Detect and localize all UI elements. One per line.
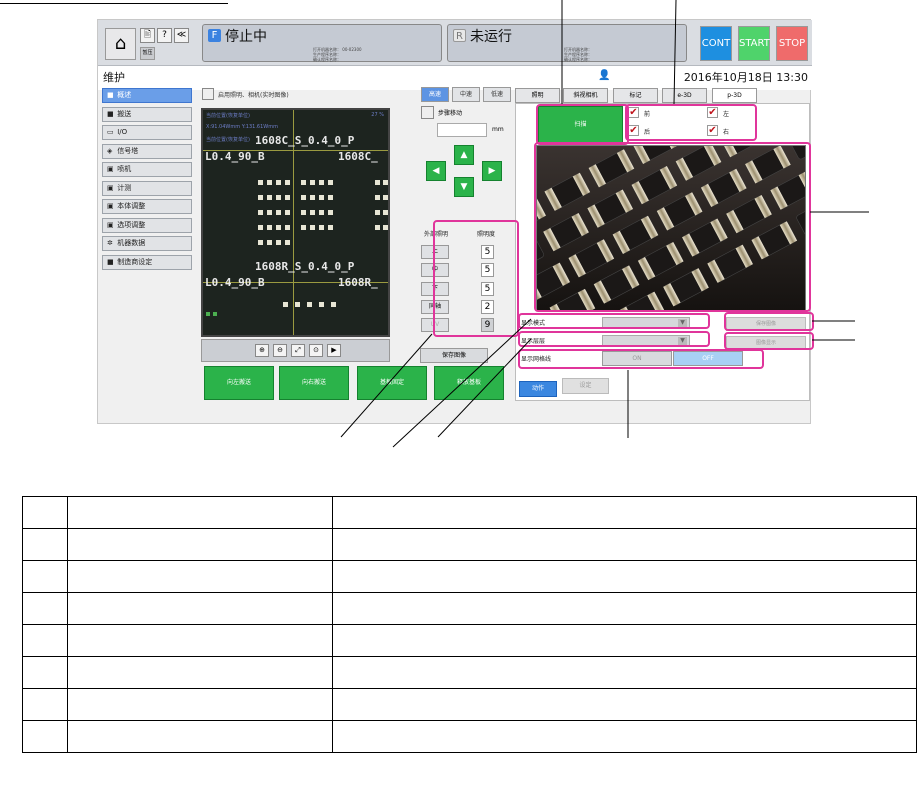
table-row: [22, 592, 917, 625]
status-rear: R 未运行 打开机器名称： 生产程序名称： 确认程序名称：: [447, 24, 687, 62]
home-icon: ⌂: [114, 33, 127, 54]
zoom-reset-icon[interactable]: ⊙: [309, 344, 323, 357]
highlight-grid: [518, 349, 764, 369]
action-button[interactable]: 动作: [519, 381, 557, 397]
legend-table: [22, 496, 917, 753]
sidebar-item-io[interactable]: ▭ I/O: [102, 125, 192, 140]
conveyor-icon: ■: [107, 109, 114, 118]
rear-status-meta: 打开机器名称： 生产程序名称： 确认程序名称：: [564, 47, 592, 62]
pad-pattern: [206, 180, 388, 316]
adjust-icon: ▣: [107, 202, 114, 210]
speed-high-tab[interactable]: 高速: [421, 87, 449, 102]
step-distance-input[interactable]: [437, 123, 487, 137]
sidebar-item-measure[interactable]: ▣ 计测: [102, 180, 192, 196]
move-down-button[interactable]: ▼: [454, 177, 474, 197]
page-title: 维护: [103, 71, 125, 84]
zoom-toolbar: ⊕ ⊖ ⤢ ⊙ ▶: [201, 339, 390, 362]
speed-mid-tab[interactable]: 中速: [452, 87, 480, 102]
live-camera-view[interactable]: 当前位置(恢复单位) 27 % X:91.04Wmm Y:131.61Wmm 当…: [201, 108, 390, 337]
move-up-button[interactable]: ▲: [454, 145, 474, 165]
highlight-display-layer: [518, 331, 710, 347]
step-move-checkbox[interactable]: [421, 106, 434, 119]
stop-button[interactable]: STOP: [776, 26, 808, 61]
snapshot-icon[interactable]: ▶: [327, 344, 341, 357]
highlight-display-mode: [518, 313, 710, 329]
help-button[interactable]: ?: [157, 28, 172, 43]
convey-right-button[interactable]: 向右搬送: [279, 366, 349, 400]
highlight-save-image: [724, 312, 814, 331]
table-row: [22, 656, 917, 689]
datetime: 2016年10月18日 13:30: [683, 71, 808, 84]
sidebar-item-machine[interactable]: ▣ 喷机: [102, 162, 192, 177]
sidebar-item-body-adjust[interactable]: ▣ 本体调整: [102, 199, 192, 214]
top-bar: ⌂ 🖹 ? ≪ 暂压 F 停止中 打开机器名称： 00-02300 生产程序名称…: [98, 20, 812, 66]
page: ⌂ 🖹 ? ≪ 暂压 F 停止中 打开机器名称： 00-02300 生产程序名称…: [0, 0, 919, 791]
table-row: [22, 720, 917, 753]
gear-icon: ✲: [107, 239, 113, 247]
rear-status-title: 未运行: [470, 29, 512, 45]
io-icon: ▭: [107, 128, 114, 136]
home-button[interactable]: ⌂: [105, 28, 136, 60]
measure-icon: ▣: [107, 183, 114, 192]
speed-low-tab[interactable]: 低速: [483, 87, 511, 102]
tab-oblique-camera[interactable]: 斜视相机: [563, 88, 608, 103]
save-image-button[interactable]: 保存图像: [420, 348, 488, 363]
cont-button[interactable]: CONT: [700, 26, 732, 61]
sidebar-item-conveyor[interactable]: ■ 搬送: [102, 106, 192, 122]
tab-e3d[interactable]: e-3D: [662, 88, 707, 103]
table-row: [22, 688, 917, 721]
tab-lighting[interactable]: 照明: [515, 88, 560, 103]
sidebar-item-overview[interactable]: ■ 概述: [102, 88, 192, 103]
move-right-button[interactable]: ▶: [482, 161, 502, 181]
overview-icon: ■: [107, 91, 114, 99]
fit-icon[interactable]: ⤢: [291, 344, 305, 357]
maintenance-window: ⌂ 🖹 ? ≪ 暂压 F 停止中 打开机器名称： 00-02300 生产程序名称…: [97, 19, 814, 424]
front-status-meta: 打开机器名称： 00-02300 生产程序名称： 确认程序名称：: [313, 47, 362, 62]
convey-left-button[interactable]: 向左搬送: [204, 366, 274, 400]
back-button[interactable]: ≪: [174, 28, 189, 43]
highlight-checks: [625, 104, 757, 141]
front-status-title: 停止中: [225, 29, 267, 45]
rear-lane-badge: R: [453, 29, 466, 42]
move-left-button[interactable]: ◀: [426, 161, 446, 181]
highlight-image: [534, 142, 811, 312]
table-row: [22, 528, 917, 561]
table-row: [22, 624, 917, 657]
tab-p3d[interactable]: p-3D: [712, 88, 757, 103]
sidebar-item-maker-settings[interactable]: ■ 制造商设定: [102, 254, 192, 270]
highlight-lighting: [433, 220, 519, 337]
highlight-scan: [536, 104, 629, 145]
release-board-button[interactable]: 释放基板: [434, 366, 504, 400]
front-lane-badge: F: [208, 29, 221, 42]
zoom-out-icon[interactable]: ⊖: [273, 344, 287, 357]
table-row: [22, 560, 917, 593]
tab-mark[interactable]: 标记: [613, 88, 658, 103]
sidebar-item-option-adjust[interactable]: ▣ 选项调整: [102, 217, 192, 233]
step-move-label: 步骤移动: [438, 110, 463, 117]
user-icon: 👤: [598, 70, 611, 81]
start-button[interactable]: START: [738, 26, 770, 61]
status-front: F 停止中 打开机器名称： 00-02300 生产程序名称： 确认程序名称：: [202, 24, 442, 62]
camera-enable-checkbox[interactable]: [202, 88, 214, 100]
top-rule: [0, 3, 228, 4]
sidebar-item-machine-data[interactable]: ✲ 机器数据: [102, 236, 192, 251]
table-row: [22, 496, 917, 529]
option-icon: ▣: [107, 220, 114, 229]
set-button[interactable]: 设定: [562, 378, 609, 394]
pause-button[interactable]: 暂压: [140, 47, 155, 60]
step-unit-label: mm: [492, 126, 504, 133]
highlight-image-display: [724, 332, 814, 350]
camera-enable-label: 启用照明、相机(实时图像): [218, 92, 289, 99]
signal-tower-icon: ◈: [107, 146, 113, 155]
sidebar: ■ 概述 ■ 搬送 ▭ I/O ◈ 信号塔 ▣ 喷机 ▣ 计测 ▣ 本体调整 ▣…: [102, 88, 192, 273]
maker-icon: ■: [107, 257, 114, 266]
fix-board-button[interactable]: 基板固定: [357, 366, 427, 400]
sidebar-item-signal-tower[interactable]: ◈ 信号塔: [102, 143, 192, 159]
document-button[interactable]: 🖹: [140, 28, 155, 43]
machine-icon: ▣: [107, 165, 114, 173]
zoom-in-icon[interactable]: ⊕: [255, 344, 269, 357]
